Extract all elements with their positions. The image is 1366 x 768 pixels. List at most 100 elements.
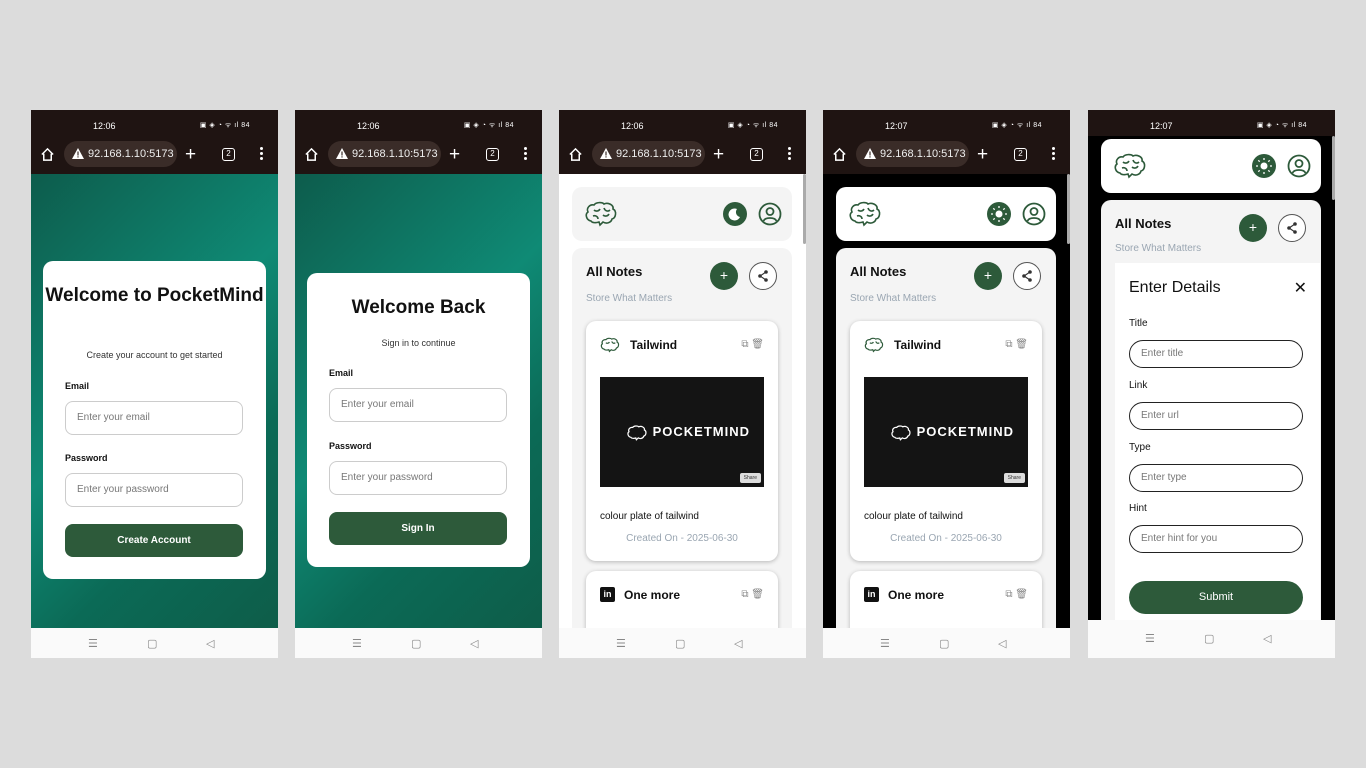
hint-input[interactable]: Enter hint for you [1129,525,1303,553]
link-input[interactable]: Enter url [1129,402,1303,430]
note-thumbnail[interactable]: POCKETMIND Share [600,377,764,487]
signin-screen: Welcome Back Sign in to continue Email E… [295,174,542,628]
scrollbar[interactable] [803,174,806,244]
moon-icon [728,208,740,221]
home-icon[interactable] [832,147,847,162]
add-note-button[interactable]: + [1239,214,1267,242]
home-nav-icon[interactable]: ▢ [675,637,685,650]
sun-icon [991,206,1007,222]
thumbnail-brand-text: POCKETMIND [916,424,1015,439]
status-icons: ▣ ◈ ◔ ᯤ ıl 84 [991,122,1042,129]
new-tab-icon[interactable]: + [713,145,724,164]
recents-icon[interactable]: ☰ [88,637,98,650]
close-icon[interactable]: ✕ [1294,278,1307,298]
add-note-button[interactable]: + [974,262,1002,290]
more-menu-icon[interactable] [258,147,264,163]
email-label: Email [329,368,354,378]
share-button[interactable] [1278,214,1306,242]
new-tab-icon[interactable]: + [449,145,460,164]
brain-logo-icon[interactable] [584,201,618,227]
title-input[interactable]: Enter title [1129,340,1303,368]
back-icon[interactable]: ◁ [470,637,478,650]
address-bar[interactable]: 92.168.1.10:5173 [592,141,705,167]
share-button[interactable] [749,262,777,290]
home-nav-icon[interactable]: ▢ [147,637,157,650]
recents-icon[interactable]: ☰ [880,637,890,650]
share-icon [1287,222,1297,234]
battery-level: 84 [1033,122,1042,129]
android-nav-bar: ☰ ▢ ◁ [295,628,542,658]
signin-title: Welcome Back [351,297,486,318]
user-profile-icon[interactable] [758,202,782,226]
share-button[interactable] [1013,262,1041,290]
address-bar[interactable]: 92.168.1.10:5173 [328,141,441,167]
email-input[interactable]: Enter your email [329,388,507,422]
theme-toggle-button[interactable] [1252,154,1276,178]
note-card[interactable]: Tailwind ⧉ 🗑 POCKETMIND Share colour pla… [850,321,1042,561]
brain-logo-icon[interactable] [1113,153,1147,179]
user-profile-icon[interactable] [1287,154,1311,178]
linkedin-icon: in [600,587,615,602]
home-nav-icon[interactable]: ▢ [411,637,421,650]
delete-icon[interactable]: 🗑 [1015,589,1028,600]
status-icons: ▣ ◈ ◔ ᯤ ıl 84 [199,122,250,129]
home-icon[interactable] [304,147,319,162]
home-icon[interactable] [40,147,55,162]
theme-toggle-button[interactable] [723,202,747,226]
url-text: 92.168.1.10:5173 [352,148,438,160]
new-tab-icon[interactable]: + [185,145,196,164]
more-menu-icon[interactable] [786,147,792,163]
app-header [572,187,792,241]
scrollbar[interactable] [1067,174,1070,244]
password-input[interactable]: Enter your password [65,473,243,507]
open-link-icon[interactable]: ⧉ [1005,589,1012,600]
user-profile-icon[interactable] [1022,202,1046,226]
more-menu-icon[interactable] [522,147,528,163]
phone-signin: 12:06 ▣ ◈ ◔ ᯤ ıl 84 92.168.1.10:5173 + 2… [295,110,542,658]
recents-icon[interactable]: ☰ [1145,632,1155,645]
phone-add-note-modal: 12:07 ▣ ◈ ◔ ᯤ ıl 84 All Notes Store What… [1088,110,1335,658]
address-bar[interactable]: 92.168.1.10:5173 [856,141,969,167]
warning-icon [864,148,876,159]
back-icon[interactable]: ◁ [734,637,742,650]
address-bar[interactable]: 92.168.1.10:5173 [64,141,177,167]
back-icon[interactable]: ◁ [998,637,1006,650]
sign-in-button[interactable]: Sign In [329,512,507,545]
tab-count-icon[interactable]: 2 [750,148,763,161]
note-thumbnail[interactable]: POCKETMIND Share [864,377,1028,487]
new-tab-icon[interactable]: + [977,145,988,164]
delete-icon[interactable]: 🗑 [751,589,764,600]
open-link-icon[interactable]: ⧉ [741,589,748,600]
tab-count-icon[interactable]: 2 [486,148,499,161]
tab-count-icon[interactable]: 2 [1014,148,1027,161]
scrollbar[interactable] [1332,136,1335,200]
note-card[interactable]: in One more ⧉ 🗑 [850,571,1042,628]
create-account-button[interactable]: Create Account [65,524,243,557]
tab-count-icon[interactable]: 2 [222,148,235,161]
back-icon[interactable]: ◁ [1263,632,1271,645]
notes-heading: All Notes [586,264,643,279]
brain-logo-icon[interactable] [848,201,882,227]
more-menu-icon[interactable] [1050,147,1056,163]
open-link-icon[interactable]: ⧉ [1005,339,1012,350]
delete-icon[interactable]: 🗑 [751,339,764,350]
recents-icon[interactable]: ☰ [616,637,626,650]
delete-icon[interactable]: 🗑 [1015,339,1028,350]
email-input[interactable]: Enter your email [65,401,243,435]
open-link-icon[interactable]: ⧉ [741,339,748,350]
note-card[interactable]: in One more ⧉ 🗑 [586,571,778,628]
back-icon[interactable]: ◁ [206,637,214,650]
browser-toolbar: 92.168.1.10:5173 + 2 [295,138,542,174]
home-icon[interactable] [568,147,583,162]
password-input[interactable]: Enter your password [329,461,507,495]
battery-level: 84 [241,122,250,129]
theme-toggle-button[interactable] [987,202,1011,226]
recents-icon[interactable]: ☰ [352,637,362,650]
url-text: 92.168.1.10:5173 [616,148,702,160]
type-input[interactable]: Enter type [1129,464,1303,492]
home-nav-icon[interactable]: ▢ [939,637,949,650]
submit-button[interactable]: Submit [1129,581,1303,614]
add-note-button[interactable]: + [710,262,738,290]
note-card[interactable]: Tailwind ⧉ 🗑 POCKETMIND Share colour pla… [586,321,778,561]
home-nav-icon[interactable]: ▢ [1204,632,1214,645]
